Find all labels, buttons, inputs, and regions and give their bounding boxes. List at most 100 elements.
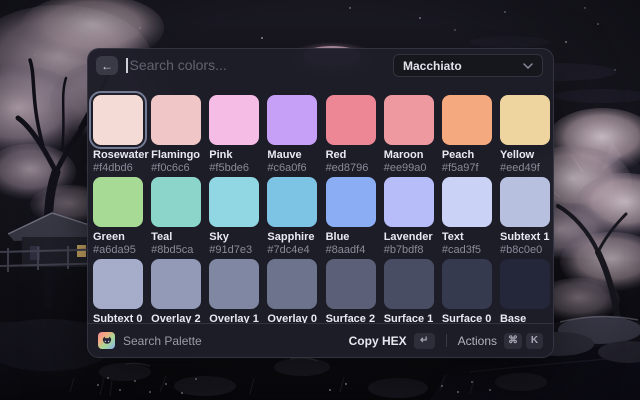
swatch-color-box[interactable]: [209, 177, 259, 227]
swatch-name: Subtext 1: [500, 231, 550, 244]
dialog-footer: Search Palette Copy HEX ↵ Actions ⌘ K: [88, 323, 553, 357]
swatch-name: Green: [93, 231, 143, 244]
swatch-hex: #c6a0f6: [267, 162, 317, 174]
color-swatch-subtext-1[interactable]: Subtext 1#b8c0e0: [500, 177, 550, 256]
swatch-color-box[interactable]: [151, 177, 201, 227]
color-swatch-overlay-2[interactable]: Overlay 2: [151, 259, 201, 325]
swatch-hex: #7dc4e4: [267, 244, 317, 256]
color-swatch-flamingo[interactable]: Flamingo#f0c6c6: [151, 95, 201, 174]
swatch-hex: #f5a97f: [442, 162, 492, 174]
color-swatch-rosewater[interactable]: Rosewater#f4dbd6: [93, 95, 143, 174]
swatch-row: Green#a6da95Teal#8bd5caSky#91d7e3Sapphir…: [93, 177, 550, 256]
swatch-color-box[interactable]: [384, 177, 434, 227]
copy-hex-button[interactable]: Copy HEX: [349, 334, 407, 348]
swatch-hex: #8aadf4: [326, 244, 376, 256]
color-swatch-green[interactable]: Green#a6da95: [93, 177, 143, 256]
footer-actions: Copy HEX ↵ Actions ⌘ K: [349, 333, 543, 349]
swatch-name: Maroon: [384, 149, 434, 162]
theme-dropdown-value: Macchiato: [403, 59, 523, 73]
swatch-name: Text: [442, 231, 492, 244]
color-swatch-surface-0[interactable]: Surface 0: [442, 259, 492, 325]
color-swatch-yellow[interactable]: Yellow#eed49f: [500, 95, 550, 174]
swatch-name: Pink: [209, 149, 259, 162]
swatch-color-box[interactable]: [384, 259, 434, 309]
back-arrow-icon: ←: [101, 59, 113, 73]
cmd-key-badge: ⌘: [504, 333, 522, 349]
color-swatch-maroon[interactable]: Maroon#ee99a0: [384, 95, 434, 174]
dialog-header: ← Search colors... Macchiato: [88, 49, 553, 81]
color-swatch-lavender[interactable]: Lavender#b7bdf8: [384, 177, 434, 256]
swatch-hex: #f4dbd6: [93, 162, 143, 174]
swatch-name: Red: [326, 149, 376, 162]
swatch-hex: #b8c0e0: [500, 244, 550, 256]
color-swatch-sky[interactable]: Sky#91d7e3: [209, 177, 259, 256]
swatch-name: Lavender: [384, 231, 434, 244]
actions-button[interactable]: Actions: [458, 334, 497, 348]
swatch-color-box[interactable]: [93, 177, 143, 227]
swatch-color-box[interactable]: [442, 177, 492, 227]
color-swatch-teal[interactable]: Teal#8bd5ca: [151, 177, 201, 256]
swatch-color-box[interactable]: [326, 177, 376, 227]
color-swatch-red[interactable]: Red#ed8796: [326, 95, 376, 174]
swatch-color-box[interactable]: [326, 95, 376, 145]
swatch-hex: #8bd5ca: [151, 244, 201, 256]
swatch-hex: #cad3f5: [442, 244, 492, 256]
swatch-name: Sapphire: [267, 231, 317, 244]
search-input[interactable]: Search colors...: [126, 49, 227, 81]
swatch-hex: #91d7e3: [209, 244, 259, 256]
swatch-row: Subtext 0Overlay 2Overlay 1Overlay 0Surf…: [93, 259, 550, 325]
swatch-color-box[interactable]: [500, 177, 550, 227]
k-key-badge: K: [526, 333, 543, 349]
enter-key-badge: ↵: [414, 333, 435, 349]
footer-title: Search Palette: [123, 334, 202, 348]
swatch-hex: #eed49f: [500, 162, 550, 174]
footer-separator: [446, 334, 447, 347]
swatch-hex: #b7bdf8: [384, 244, 434, 256]
swatch-color-box[interactable]: [93, 95, 143, 145]
palette-search-dialog: ← Search colors... Macchiato Rosewater#f…: [87, 48, 554, 358]
swatch-color-box[interactable]: [326, 259, 376, 309]
swatch-color-box[interactable]: [267, 95, 317, 145]
color-swatch-mauve[interactable]: Mauve#c6a0f6: [267, 95, 317, 174]
palette-grid: Rosewater#f4dbd6Flamingo#f0c6c6Pink#f5bd…: [88, 81, 554, 325]
swatch-color-box[interactable]: [151, 95, 201, 145]
color-swatch-overlay-0[interactable]: Overlay 0: [267, 259, 317, 325]
catppuccin-app-icon: [98, 332, 115, 349]
color-swatch-sapphire[interactable]: Sapphire#7dc4e4: [267, 177, 317, 256]
swatch-color-box[interactable]: [500, 259, 550, 309]
color-swatch-text[interactable]: Text#cad3f5: [442, 177, 492, 256]
swatch-hex: #f0c6c6: [151, 162, 201, 174]
swatch-hex: #a6da95: [93, 244, 143, 256]
swatch-hex: #ee99a0: [384, 162, 434, 174]
swatch-color-box[interactable]: [151, 259, 201, 309]
search-placeholder: Search colors...: [130, 57, 227, 73]
color-swatch-subtext-0[interactable]: Subtext 0: [93, 259, 143, 325]
color-swatch-surface-2[interactable]: Surface 2: [326, 259, 376, 325]
back-button[interactable]: ←: [96, 56, 118, 75]
swatch-color-box[interactable]: [267, 177, 317, 227]
color-swatch-blue[interactable]: Blue#8aadf4: [326, 177, 376, 256]
swatch-color-box[interactable]: [442, 95, 492, 145]
swatch-color-box[interactable]: [384, 95, 434, 145]
swatch-name: Teal: [151, 231, 201, 244]
swatch-name: Rosewater: [93, 149, 143, 162]
text-cursor: [126, 58, 128, 73]
swatch-name: Blue: [326, 231, 376, 244]
swatch-color-box[interactable]: [442, 259, 492, 309]
theme-dropdown[interactable]: Macchiato: [393, 54, 543, 77]
swatch-color-box[interactable]: [500, 95, 550, 145]
swatch-name: Peach: [442, 149, 492, 162]
swatch-row: Rosewater#f4dbd6Flamingo#f0c6c6Pink#f5bd…: [93, 95, 550, 174]
swatch-name: Mauve: [267, 149, 317, 162]
screen: ← Search colors... Macchiato Rosewater#f…: [0, 0, 640, 400]
swatch-color-box[interactable]: [209, 95, 259, 145]
swatch-color-box[interactable]: [209, 259, 259, 309]
color-swatch-peach[interactable]: Peach#f5a97f: [442, 95, 492, 174]
color-swatch-surface-1[interactable]: Surface 1: [384, 259, 434, 325]
swatch-name: Yellow: [500, 149, 550, 162]
color-swatch-pink[interactable]: Pink#f5bde6: [209, 95, 259, 174]
swatch-color-box[interactable]: [93, 259, 143, 309]
color-swatch-overlay-1[interactable]: Overlay 1: [209, 259, 259, 325]
swatch-color-box[interactable]: [267, 259, 317, 309]
color-swatch-base[interactable]: Base: [500, 259, 550, 325]
